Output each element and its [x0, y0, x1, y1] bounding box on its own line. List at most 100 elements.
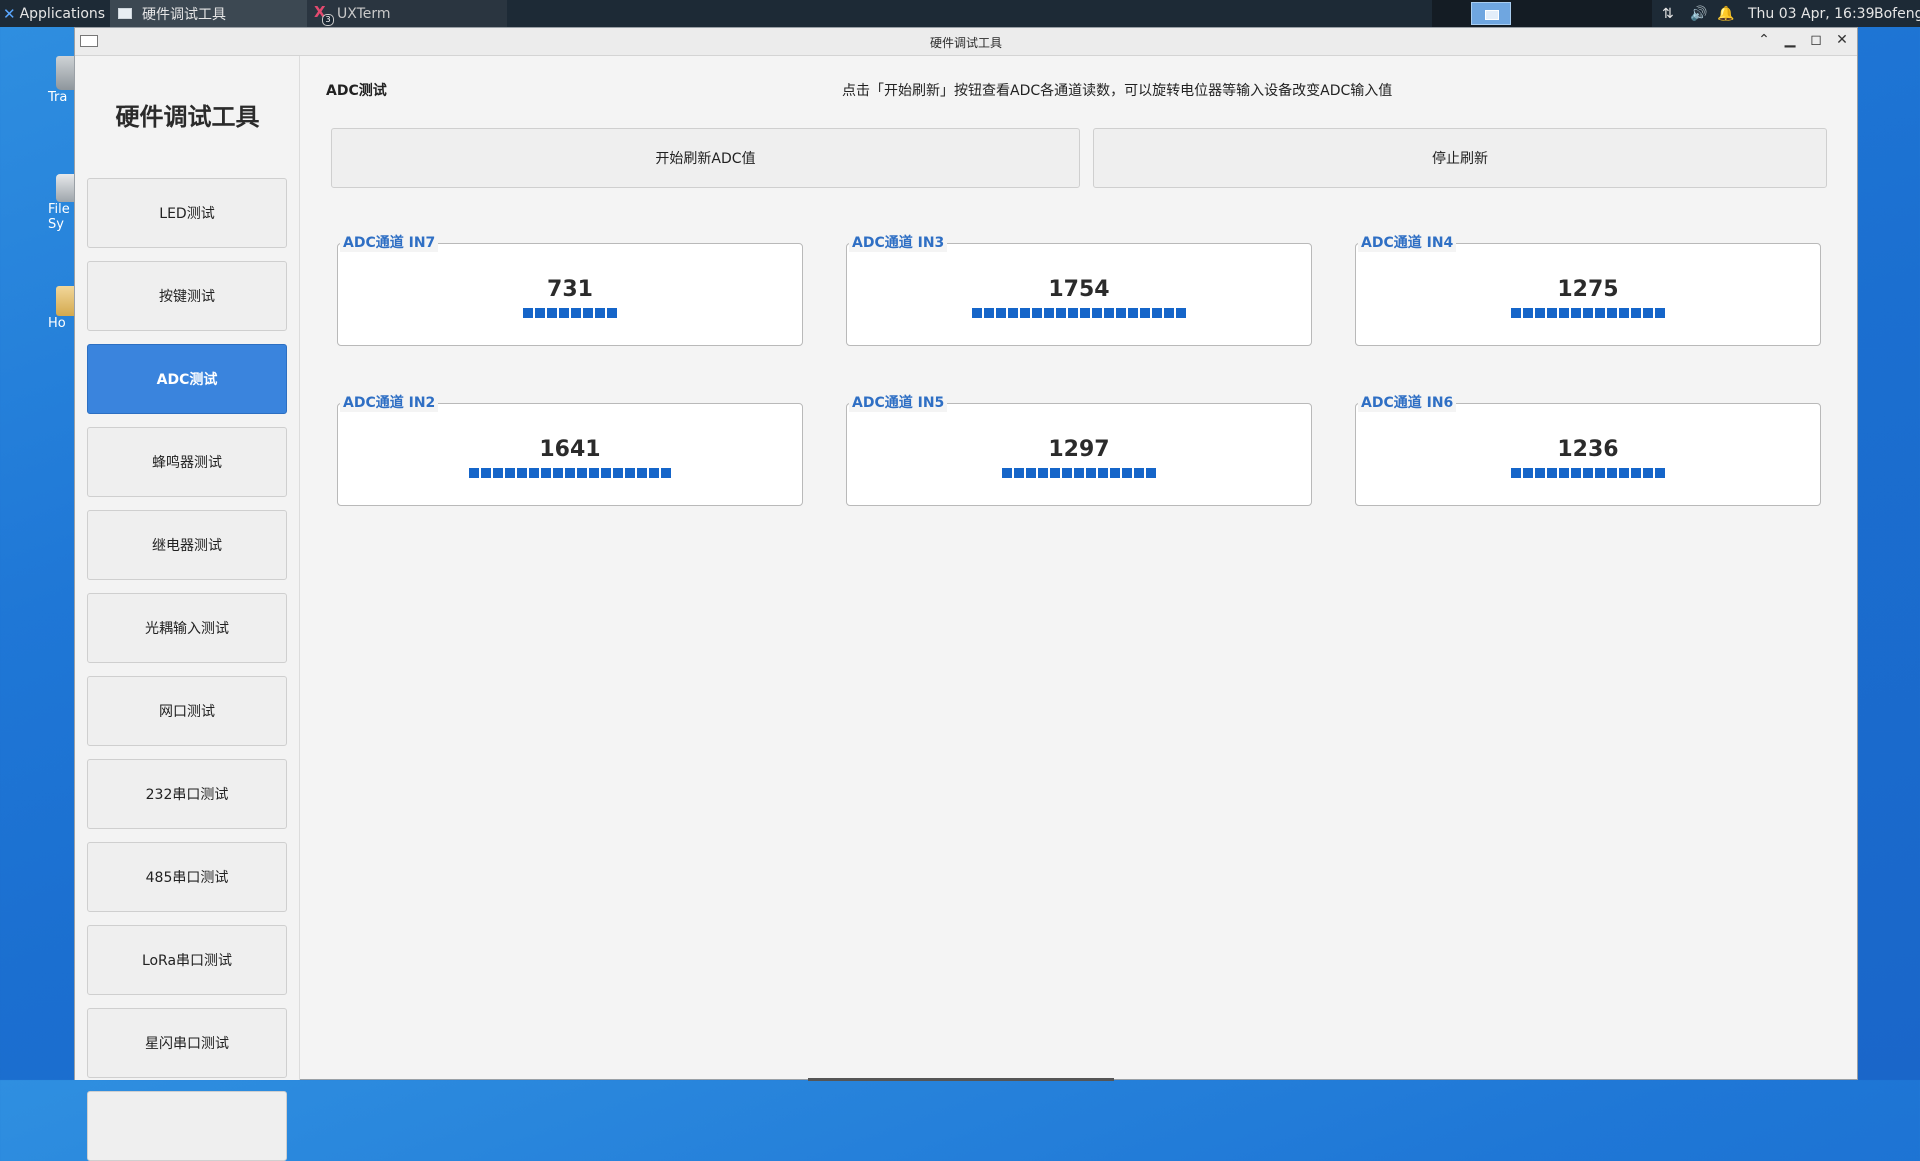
level-block	[601, 468, 611, 478]
sidebar-item-0[interactable]: LED测试	[87, 178, 287, 248]
level-block	[1074, 468, 1084, 478]
network-icon[interactable]: ⇅	[1662, 0, 1674, 27]
adc-channel-card: ADC通道 IN7 731	[337, 234, 803, 346]
level-bar	[1356, 308, 1820, 318]
level-block	[505, 468, 515, 478]
applications-label: Applications	[19, 5, 106, 22]
title-bar[interactable]: 硬件调试工具 ⌃ ▁ ◻ ✕	[75, 28, 1857, 56]
level-block	[607, 308, 617, 318]
sidebar-item-10[interactable]: 星闪串口测试	[87, 1008, 287, 1078]
level-block	[565, 468, 575, 478]
level-block	[1535, 308, 1545, 318]
sidebar-item-more[interactable]	[87, 1091, 287, 1161]
level-block	[1002, 468, 1012, 478]
clock[interactable]: Thu 03 Apr, 16:39	[1748, 0, 1874, 27]
adc-channel-card: ADC通道 IN2 1641	[337, 394, 803, 506]
stop-refresh-button[interactable]: 停止刷新	[1093, 128, 1827, 188]
level-block	[529, 468, 539, 478]
sidebar-item-5[interactable]: 光耦输入测试	[87, 593, 287, 663]
level-block	[541, 468, 551, 478]
level-block	[1032, 308, 1042, 318]
applications-menu[interactable]: ✕ Applications ⋮	[0, 0, 121, 27]
sidebar-item-6[interactable]: 网口测试	[87, 676, 287, 746]
level-block	[1619, 308, 1629, 318]
level-bar	[338, 468, 802, 478]
sidebar-item-1[interactable]: 按键测试	[87, 261, 287, 331]
level-block	[481, 468, 491, 478]
sidebar-item-8[interactable]: 485串口测试	[87, 842, 287, 912]
minimize-button[interactable]: ▁	[1783, 32, 1797, 48]
level-block	[1571, 308, 1581, 318]
level-block	[1080, 308, 1090, 318]
level-block	[637, 468, 647, 478]
level-block	[1122, 468, 1132, 478]
level-block	[547, 308, 557, 318]
level-block	[996, 308, 1006, 318]
level-block	[583, 308, 593, 318]
section-title: ADC测试	[326, 83, 387, 99]
level-block	[1134, 468, 1144, 478]
level-block	[595, 308, 605, 318]
workspace-switcher[interactable]	[1432, 0, 1652, 27]
level-block	[1020, 308, 1030, 318]
level-block	[1631, 308, 1641, 318]
sidebar-item-4[interactable]: 继电器测试	[87, 510, 287, 580]
level-block	[1128, 308, 1138, 318]
adc-channel-card: ADC通道 IN4 1275	[1355, 234, 1821, 346]
adc-channel-card: ADC通道 IN6 1236	[1355, 394, 1821, 506]
level-block	[553, 468, 563, 478]
taskbar-item-hardware-tool[interactable]: 硬件调试工具	[110, 0, 307, 27]
sidebar-item-2[interactable]: ADC测试	[87, 344, 287, 414]
instruction-text: 点击「开始刷新」按钮查看ADC各通道读数，可以旋转电位器等输入设备改变ADC输入…	[842, 83, 1393, 99]
level-block	[1068, 308, 1078, 318]
level-bar	[847, 468, 1311, 478]
window-title: 硬件调试工具	[929, 36, 1002, 50]
level-block	[1014, 468, 1024, 478]
level-block	[1643, 308, 1653, 318]
channel-label: ADC通道 IN7	[340, 234, 439, 252]
level-block	[984, 308, 994, 318]
channel-value: 1297	[1048, 437, 1110, 462]
level-block	[1583, 308, 1593, 318]
level-block	[1098, 468, 1108, 478]
xfce-logo-icon: ✕	[3, 4, 16, 23]
close-button[interactable]: ✕	[1835, 32, 1849, 48]
level-block	[559, 308, 569, 318]
level-block	[1547, 308, 1557, 318]
maximize-button[interactable]: ◻	[1809, 32, 1823, 48]
taskbar-item-uxterm[interactable]: X3 UXTerm	[307, 0, 507, 27]
level-block	[1643, 468, 1653, 478]
channel-label: ADC通道 IN4	[1358, 234, 1457, 252]
level-block	[1164, 308, 1174, 318]
channel-label: ADC通道 IN3	[849, 234, 948, 252]
app-title: 硬件调试工具	[115, 103, 260, 131]
channel-label: ADC通道 IN6	[1358, 394, 1457, 412]
level-block	[1056, 308, 1066, 318]
sidebar-item-9[interactable]: LoRa串口测试	[87, 925, 287, 995]
channel-label: ADC通道 IN5	[849, 394, 948, 412]
app-window: 硬件调试工具 ⌃ ▁ ◻ ✕ 硬件调试工具 LED测试按键测试 ADC测试蜂鸣器测…	[74, 27, 1858, 1161]
sidebar-item-7[interactable]: 232串口测试	[87, 759, 287, 829]
level-block	[1559, 308, 1569, 318]
level-block	[1116, 308, 1126, 318]
level-block	[589, 468, 599, 478]
start-refresh-button[interactable]: 开始刷新ADC值	[331, 128, 1080, 188]
level-block	[661, 468, 671, 478]
shade-button[interactable]: ⌃	[1757, 32, 1771, 48]
sidebar: 硬件调试工具 LED测试按键测试 ADC测试蜂鸣器测试继电器测试光耦输入测试 网口测…	[75, 56, 300, 1161]
window-icon	[118, 8, 132, 19]
sidebar-item-3[interactable]: 蜂鸣器测试	[87, 427, 287, 497]
volume-icon[interactable]: 🔊	[1690, 0, 1707, 27]
workspace-1[interactable]	[1471, 2, 1511, 25]
user-menu[interactable]: Bofeng	[1874, 0, 1920, 27]
adc-channel-card: ADC通道 IN5 1297	[846, 394, 1312, 506]
level-block	[1026, 468, 1036, 478]
channel-label: ADC通道 IN2	[340, 394, 439, 412]
level-block	[1655, 468, 1665, 478]
level-block	[469, 468, 479, 478]
taskbar-item-label: UXTerm	[337, 5, 391, 22]
level-bar	[1356, 468, 1820, 478]
level-block	[972, 308, 982, 318]
notification-bell-icon[interactable]: 🔔	[1717, 0, 1734, 27]
level-block	[1104, 308, 1114, 318]
